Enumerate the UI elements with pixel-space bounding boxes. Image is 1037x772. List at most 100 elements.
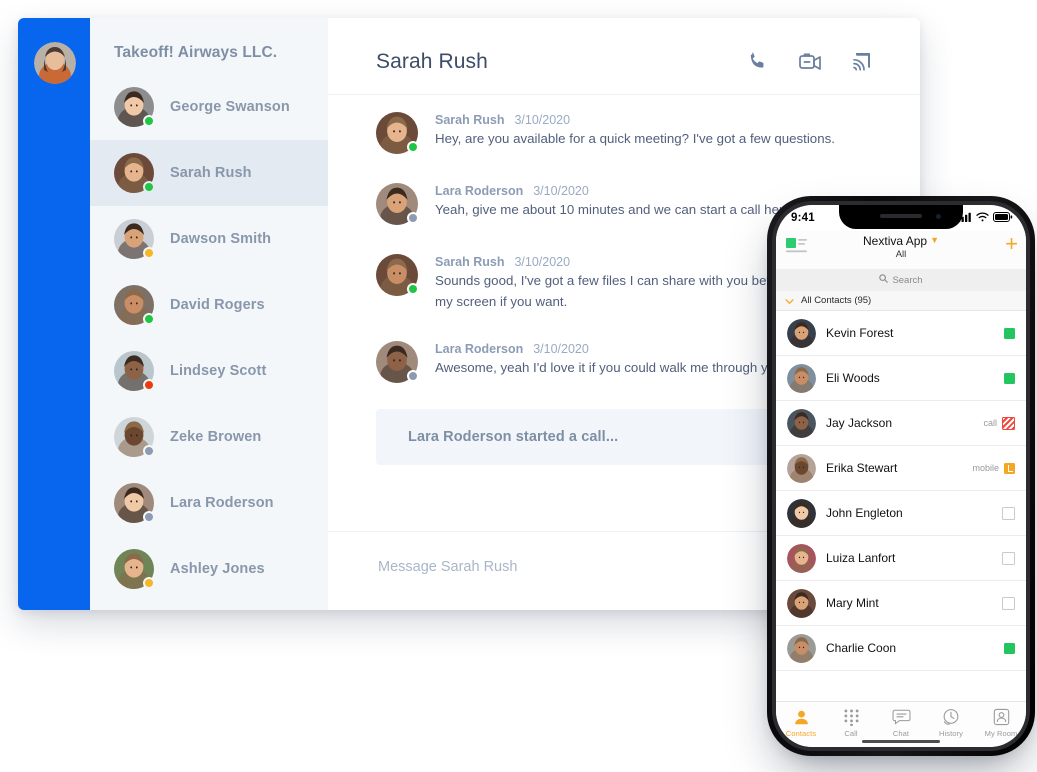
phone-contact-row[interactable]: Jay Jackson call [776,401,1026,446]
sidebar-contact-lindsey-scott[interactable]: Lindsey Scott [90,338,328,404]
avatar [787,633,816,663]
sidebar-contact-name: Lindsey Scott [170,363,267,379]
phone-tab-label: Contacts [785,729,817,738]
sidebar-contact-sarah-rush[interactable]: Sarah Rush [90,140,328,206]
message-input[interactable] [376,558,780,576]
sidebar-contact-name: Zeke Browen [170,429,262,445]
phone-contact-status [1002,506,1015,520]
status-time: 9:41 [791,212,815,224]
avatar [114,285,155,325]
phone-contact-row[interactable]: Luiza Lanfort [776,536,1026,581]
sidebar-contact-name: Lara Roderson [170,495,274,511]
phone-search-inner: Search [879,274,923,286]
avatar [787,453,816,483]
contacts-group-header[interactable]: All Contacts (95) [776,291,1026,311]
message-date: 3/10/2020 [514,255,571,269]
status-dot [143,181,155,193]
sidebar-contact-dawson-smith[interactable]: Dawson Smith [90,206,328,272]
home-indicator [862,740,940,743]
phone-contact-row[interactable]: Charlie Coon [776,626,1026,671]
sidebar-contact-zeke-browen[interactable]: Zeke Browen [90,404,328,470]
status-dot [143,511,155,523]
status-dot [143,115,155,127]
status-badge-icon [1002,416,1015,430]
sidebar-contact-lara-roderson[interactable]: Lara Roderson [90,470,328,536]
phone-icon[interactable] [746,50,772,74]
message-body: Lara Roderson 3/10/2020 Yeah, give me abou… [435,180,794,225]
phone-tab-label: Call [844,729,858,738]
my-room-icon [976,707,1026,727]
message-sender: Lara Roderson [435,184,524,198]
phone-contact-row[interactable]: Erika Stewart mobile [776,446,1026,491]
phone-contact-name: John Engleton [826,506,903,520]
phone-search-bar[interactable]: Search [776,269,1026,291]
chat-icon [876,707,926,727]
status-dot [143,577,155,589]
phone-tab-label: Chat [892,729,910,738]
status-badge-icon [1002,596,1015,610]
sidebar-contact-george-swanson[interactable]: George Swanson [90,74,328,140]
status-badge-icon [1004,327,1015,339]
phone-search-placeholder: Search [892,274,923,286]
phone-frame: 9:41 Nextiva App ▼ All + Search All Cont… [767,196,1035,756]
add-contact-button[interactable]: + [1005,233,1018,255]
phone-contact-row[interactable]: Kevin Forest [776,311,1026,356]
phone-app-title[interactable]: Nextiva App ▼ [776,234,1026,248]
avatar [787,363,816,393]
chat-title: Sarah Rush [376,50,488,73]
dialpad-icon [826,707,876,727]
app-rail [18,18,90,610]
screen-share-icon[interactable] [850,50,876,74]
status-badge-icon [1004,372,1015,384]
phone-contact-row[interactable]: Eli Woods [776,356,1026,401]
current-user-avatar[interactable] [34,42,76,84]
sidebar-contact-name: David Rogers [170,297,265,313]
message-date: 3/10/2020 [533,342,589,357]
avatar [114,549,155,589]
avatar [376,341,419,384]
phone-contact-status: mobile [972,462,1015,474]
phone-contact-status [1004,642,1015,654]
phone-tab-contacts[interactable]: Contacts [776,707,826,738]
status-badge-icon [1004,642,1015,654]
sidebar-contact-name: Dawson Smith [170,231,272,247]
message-text: Yeah, give me about 10 minutes and we ca… [435,202,795,217]
chat-actions [746,50,876,74]
message-item: Sarah Rush 3/10/2020 Hey, are you availabl… [328,109,920,154]
phone-contact-row[interactable]: Mary Mint [776,581,1026,626]
phone-tab-call[interactable]: Call [826,707,876,738]
phone-tab-my-room[interactable]: My Room [976,707,1026,738]
status-dot [407,283,419,295]
search-icon [879,274,889,286]
message-date: 3/10/2020 [514,113,571,127]
avatar [787,498,816,528]
message-date: 3/10/2020 [533,184,589,198]
status-dot [143,379,155,391]
status-dot [143,445,155,457]
chevron-down-icon [785,292,794,310]
sidebar-contact-david-rogers[interactable]: David Rogers [90,272,328,338]
avatar [114,87,155,127]
video-camera-icon[interactable] [798,50,824,74]
message-meta: Sarah Rush 3/10/2020 [435,113,570,127]
status-dot [143,247,155,259]
phone-tab-history[interactable]: History [926,707,976,738]
phone-contact-row[interactable]: John Engleton [776,491,1026,536]
phone-contact-status-label: mobile [972,463,999,473]
sidebar-contact-name: Ashley Jones [170,561,265,577]
sidebar-contact-ashley-jones[interactable]: Ashley Jones [90,536,328,602]
phone-contact-name: Charlie Coon [826,641,897,655]
phone-contact-name: Kevin Forest [826,326,894,340]
phone-contact-status [1002,551,1015,565]
phone-contact-status [1002,596,1015,610]
phone-app-title-text: Nextiva App [863,234,928,248]
avatar [114,219,155,259]
sidebar-contact-list: George Swanson Sarah Rush Dawson Smith Davi… [90,74,328,602]
avatar [114,417,155,457]
phone-tab-chat[interactable]: Chat [876,707,926,738]
message-meta: Lara Roderson 3/10/2020 [435,184,589,198]
message-meta: Lara Roderson 3/10/2020 [435,342,589,356]
phone-contact-name: Luiza Lanfort [826,551,896,565]
sidebar-contact-name: Sarah Rush [170,165,252,181]
phone-contact-status [1004,327,1015,339]
